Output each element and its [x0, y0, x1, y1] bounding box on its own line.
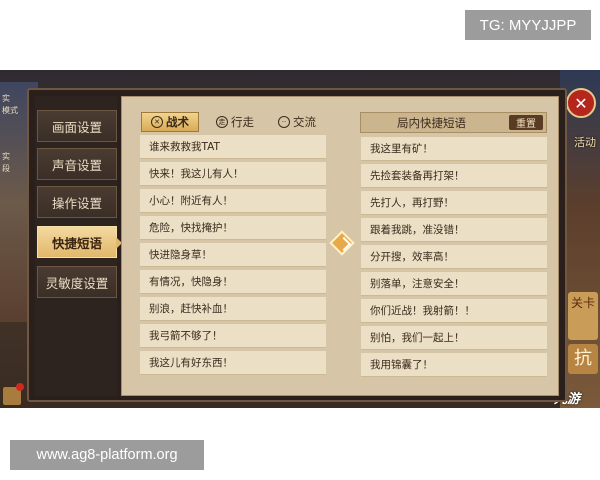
phrase-text: 危险，快找掩护！: [149, 222, 233, 234]
list-item[interactable]: 别落单，注意安全！: [361, 272, 547, 296]
list-item[interactable]: 我这里有矿！: [361, 137, 547, 161]
phrase-text: 我弓箭不够了！: [149, 330, 223, 342]
phrase-text: 我这里有矿！: [370, 143, 433, 155]
sidebar-item-label: 灵敏度设置: [45, 275, 109, 291]
phrase-text: 别浪，赶快补血！: [149, 303, 233, 315]
site-watermark: www.ag8-platform.org: [10, 440, 204, 470]
tab-walk[interactable]: 走 行走: [209, 112, 261, 132]
side-card-2[interactable]: 抗: [568, 344, 598, 374]
sidebar-item-sound[interactable]: 声音设置: [37, 148, 117, 180]
tg-watermark: TG: MYYJJPP: [465, 10, 591, 40]
list-item[interactable]: 危险，快找掩护！: [140, 216, 326, 240]
list-item[interactable]: 先捡套装备再打架！: [361, 164, 547, 188]
sidebar-item-label: 快捷短语: [51, 235, 102, 251]
list-item[interactable]: 分开搜，效率高！: [361, 245, 547, 269]
phrase-text: 分开搜，效率高！: [370, 251, 454, 263]
phrase-text: 我这儿有好东西！: [149, 357, 233, 369]
phrase-text: 有情况，快隐身！: [149, 276, 233, 288]
available-phrase-list: 谁来救救我TAT 快来！我这儿有人！ 小心！附近有人！ 危险，快找掩护！ 快进隐…: [140, 135, 326, 380]
sidebar-item-label: 操作设置: [51, 195, 102, 211]
sidebar-item-graphics[interactable]: 画面设置: [37, 110, 117, 142]
chat-icon: ··: [278, 116, 290, 128]
sidebar-item-quick-phrases[interactable]: 快捷短语: [37, 226, 122, 258]
phrase-text: 快来！我这儿有人！: [149, 168, 244, 180]
phrase-text: 先捡套装备再打架！: [370, 170, 465, 182]
list-item[interactable]: 我弓箭不够了！: [140, 324, 326, 348]
ingame-phrase-list: 我这里有矿！ 先捡套装备再打架！ 先打人，再打野！ 跟着我跳，准没错！ 分开搜，…: [361, 137, 547, 380]
phrase-category-tabs: ✕ 战术 走 行走 ·· 交流: [141, 112, 325, 132]
hud-text-3: 实: [2, 152, 10, 161]
tab-label: 行走: [231, 115, 254, 129]
walk-icon: 走: [216, 116, 228, 128]
phrase-text: 你们近战！我射箭！！: [370, 305, 475, 317]
ingame-phrase-title: 局内快捷短语: [397, 115, 466, 130]
phrase-text: 先打人，再打野！: [370, 197, 454, 209]
notification-dot-icon: [16, 383, 24, 391]
list-item[interactable]: 有情况，快隐身！: [140, 270, 326, 294]
level-card[interactable]: 关卡: [568, 292, 598, 340]
sidebar-item-sensitivity[interactable]: 灵敏度设置: [37, 266, 117, 298]
sidebar-item-label: 声音设置: [51, 157, 102, 173]
ingame-phrase-header: 局内快捷短语 重置: [360, 112, 547, 133]
phrase-text: 快进隐身草！: [149, 249, 212, 261]
phrase-text: 跟着我跳，准没错！: [370, 224, 465, 236]
sidebar-item-label: 画面设置: [51, 119, 102, 135]
list-item[interactable]: 我用锦囊了！: [361, 353, 547, 377]
phrase-text: 别落单，注意安全！: [370, 278, 465, 290]
list-item[interactable]: 谁来救救我TAT: [140, 135, 326, 159]
phrase-text: 别怕，我们一起上！: [370, 332, 465, 344]
list-item[interactable]: 先打人，再打野！: [361, 191, 547, 215]
sidebar-item-controls[interactable]: 操作设置: [37, 186, 117, 218]
list-item[interactable]: 快进隐身草！: [140, 243, 326, 267]
close-icon: ✕: [574, 93, 588, 113]
list-item[interactable]: 快来！我这儿有人！: [140, 162, 326, 186]
phrase-text: 谁来救救我TAT: [149, 141, 220, 153]
list-item[interactable]: 你们近战！我射箭！！: [361, 299, 547, 323]
tab-tactics[interactable]: ✕ 战术: [141, 112, 199, 132]
close-button[interactable]: ✕: [566, 88, 596, 118]
settings-sidebar: 画面设置 声音设置 操作设置 快捷短语 灵敏度设置: [35, 96, 122, 396]
phrase-text: 小心！附近有人！: [149, 195, 233, 207]
hud-text-4: 段: [2, 164, 10, 173]
crossed-swords-icon: ✕: [151, 116, 163, 128]
list-item[interactable]: 跟着我跳，准没错！: [361, 218, 547, 242]
list-item[interactable]: 别怕，我们一起上！: [361, 326, 547, 350]
hud-text-2: 模式: [2, 106, 18, 115]
hud-text-1: 实: [2, 94, 10, 103]
phrase-text: 我用锦囊了！: [370, 359, 433, 371]
tab-label: 交流: [293, 115, 316, 129]
list-item[interactable]: 小心！附近有人！: [140, 189, 326, 213]
tab-chat[interactable]: ·· 交流: [271, 112, 323, 132]
list-item[interactable]: 我这儿有好东西！: [140, 351, 326, 375]
activity-label[interactable]: 活动: [574, 134, 596, 150]
reset-button[interactable]: 重置: [509, 115, 543, 130]
list-item[interactable]: 别浪，赶快补血！: [140, 297, 326, 321]
tab-label: 战术: [166, 115, 189, 129]
